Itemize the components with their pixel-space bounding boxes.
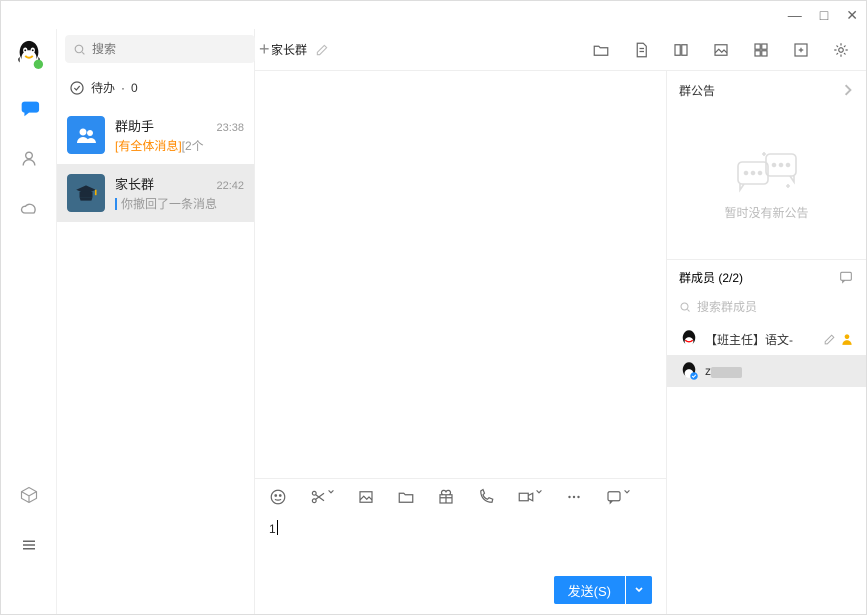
- settings-icon[interactable]: [832, 41, 850, 59]
- todo-label: 待办: [91, 79, 115, 96]
- edit-title-icon[interactable]: [315, 43, 329, 57]
- app-logo-icon[interactable]: [14, 39, 44, 69]
- contacts-tab-icon[interactable]: [18, 147, 40, 169]
- conversation-item[interactable]: 群助手 23:38 [有全体消息][2个: [57, 106, 254, 164]
- group-notice-empty: 暂时没有新公告: [667, 109, 866, 259]
- close-button[interactable]: ✕: [846, 8, 858, 22]
- image-icon[interactable]: [712, 41, 730, 59]
- invite-icon[interactable]: [792, 41, 810, 59]
- chat-tab-icon[interactable]: [18, 97, 40, 119]
- notice-empty-text: 暂时没有新公告: [724, 204, 808, 221]
- scissors-icon[interactable]: [309, 488, 335, 506]
- conversation-preview: 你撤回了一条消息: [115, 195, 244, 212]
- menu-icon[interactable]: [18, 534, 40, 556]
- chat-title: 家长群: [271, 41, 307, 58]
- group-avatar-icon: [67, 116, 105, 154]
- text-caret: [277, 520, 278, 535]
- group-avatar-icon: [67, 174, 105, 212]
- message-input[interactable]: 1 发送(S): [255, 514, 666, 614]
- owner-icon: [840, 332, 854, 346]
- search-input[interactable]: [65, 35, 255, 63]
- members-search[interactable]: 搜索群成员: [667, 294, 866, 323]
- members-count: (2/2): [718, 271, 743, 285]
- nav-rail: [1, 29, 57, 614]
- members-list: 【班主任】语文- z: [667, 323, 866, 387]
- video-icon[interactable]: [517, 488, 543, 506]
- file-icon[interactable]: [397, 488, 415, 506]
- send-options-button[interactable]: [626, 576, 652, 604]
- picture-icon[interactable]: [357, 488, 375, 506]
- chat-panel: 家长群: [255, 29, 866, 614]
- emoji-icon[interactable]: [269, 488, 287, 506]
- cloud-tab-icon[interactable]: [18, 197, 40, 219]
- member-name: z: [705, 364, 854, 378]
- member-name: 【班主任】语文-: [705, 331, 817, 348]
- more-icon[interactable]: [565, 488, 583, 506]
- conversation-item[interactable]: 家长群 22:42 你撤回了一条消息: [57, 164, 254, 222]
- window-controls: — □ ✕: [1, 1, 866, 29]
- chat-header-actions: [592, 41, 850, 59]
- maximize-button[interactable]: □: [820, 8, 828, 22]
- input-text: 1: [269, 522, 276, 536]
- member-avatar-icon: [679, 329, 699, 349]
- cube-icon[interactable]: [18, 484, 40, 506]
- book-icon[interactable]: [672, 41, 690, 59]
- conversation-time: 23:38: [216, 122, 244, 134]
- folder-icon[interactable]: [592, 41, 610, 59]
- conversation-list: + 待办 · 0 群助手 23:38 [有全体消息][2个: [57, 29, 255, 614]
- send-button[interactable]: 发送(S): [554, 576, 625, 604]
- members-search-placeholder: 搜索群成员: [697, 298, 757, 315]
- apps-icon[interactable]: [752, 41, 770, 59]
- side-panel: 群公告 暂时没有新公告: [666, 71, 866, 614]
- quote-icon[interactable]: [605, 488, 631, 506]
- edit-member-icon[interactable]: [823, 333, 836, 346]
- minimize-button[interactable]: —: [788, 8, 802, 22]
- member-item[interactable]: 【班主任】语文-: [667, 323, 866, 355]
- conversation-name: 群助手: [115, 116, 154, 135]
- todo-row[interactable]: 待办 · 0: [57, 69, 254, 106]
- message-area[interactable]: [255, 71, 666, 478]
- search-field[interactable]: [92, 42, 247, 56]
- members-header[interactable]: 群成员 (2/2): [667, 260, 866, 294]
- conversation-preview: [有全体消息][2个: [115, 137, 244, 154]
- group-notice-header[interactable]: 群公告: [667, 71, 866, 109]
- member-avatar-icon: [679, 361, 699, 381]
- members-title: 群成员: [679, 271, 715, 285]
- document-icon[interactable]: [632, 41, 650, 59]
- input-toolbar: [255, 478, 666, 514]
- group-notice-title: 群公告: [679, 82, 715, 99]
- phone-icon[interactable]: [477, 488, 495, 506]
- members-settings-icon[interactable]: [838, 269, 854, 285]
- gift-icon[interactable]: [437, 488, 455, 506]
- member-item[interactable]: z: [667, 355, 866, 387]
- chat-header: 家长群: [255, 29, 866, 71]
- todo-count: 0: [131, 81, 138, 95]
- conversation-time: 22:42: [216, 180, 244, 192]
- conversation-name: 家长群: [115, 174, 154, 193]
